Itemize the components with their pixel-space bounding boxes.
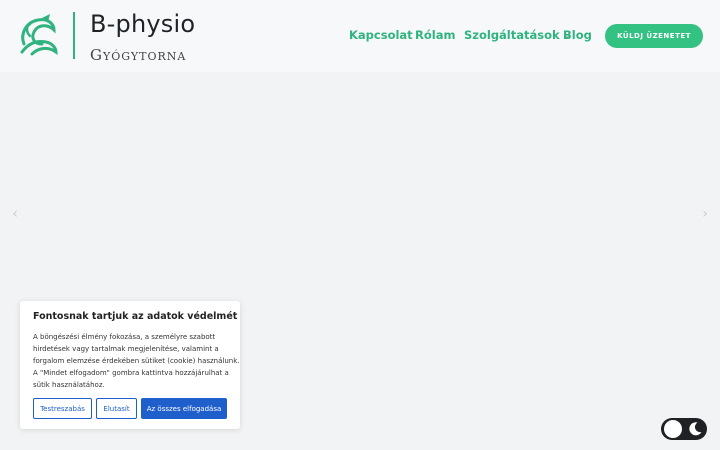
nav-item-szolgaltatasok[interactable]: Szolgáltatások ⌄ (464, 28, 570, 42)
nav-item-blog[interactable]: Blog (563, 28, 592, 42)
site-header: B-physio GYÓGYTORNA Kapcsolat Rólam Szol… (0, 0, 720, 72)
dark-mode-toggle[interactable] (661, 418, 707, 440)
cookie-text-line: forgalom elemzése érdekében sütiket (coo… (33, 357, 240, 365)
cookie-customize-button[interactable]: Testreszabás (33, 398, 92, 419)
brand-subtitle-rest: YÓGYTORNA (102, 50, 187, 63)
chevron-right-icon[interactable]: › (698, 205, 712, 223)
cookie-text-line: A "Mindet elfogadom" gombra kattintva ho… (33, 369, 229, 377)
cookie-reject-button[interactable]: Elutasít (96, 398, 137, 419)
cookie-text-line: sütik használatához. (33, 381, 105, 389)
cookie-consent-banner: Fontosnak tartjuk az adatok védelmét A b… (20, 301, 240, 429)
cookie-accept-all-button[interactable]: Az összes elfogadása (141, 398, 227, 419)
nav-item-rolam[interactable]: Rólam (415, 28, 455, 42)
cookie-text-line: A böngészési élmény fokozása, a személyr… (33, 333, 216, 341)
cookie-title: Fontosnak tartjuk az adatok védelmét (33, 311, 238, 322)
cookie-buttons: Testreszabás Elutasít Az összes elfogadá… (33, 398, 233, 419)
nav-item-kapcsolat[interactable]: Kapcsolat (349, 28, 413, 42)
cookie-description: A böngészési élmény fokozása, a személyr… (33, 331, 240, 391)
cookie-text-line: hirdetések vagy tartalmak megjelenítése,… (33, 345, 219, 353)
send-message-button[interactable]: KÜLDJ ÜZENETET (605, 24, 703, 48)
toggle-knob (664, 420, 682, 438)
chevron-left-icon[interactable]: ‹ (8, 205, 22, 223)
brand-subtitle: GYÓGYTORNA (90, 46, 186, 64)
nav-item-szolgaltatasok-label: Szolgáltatások (464, 28, 560, 42)
moon-icon (689, 422, 702, 436)
brand-subtitle-initial: G (90, 46, 103, 64)
